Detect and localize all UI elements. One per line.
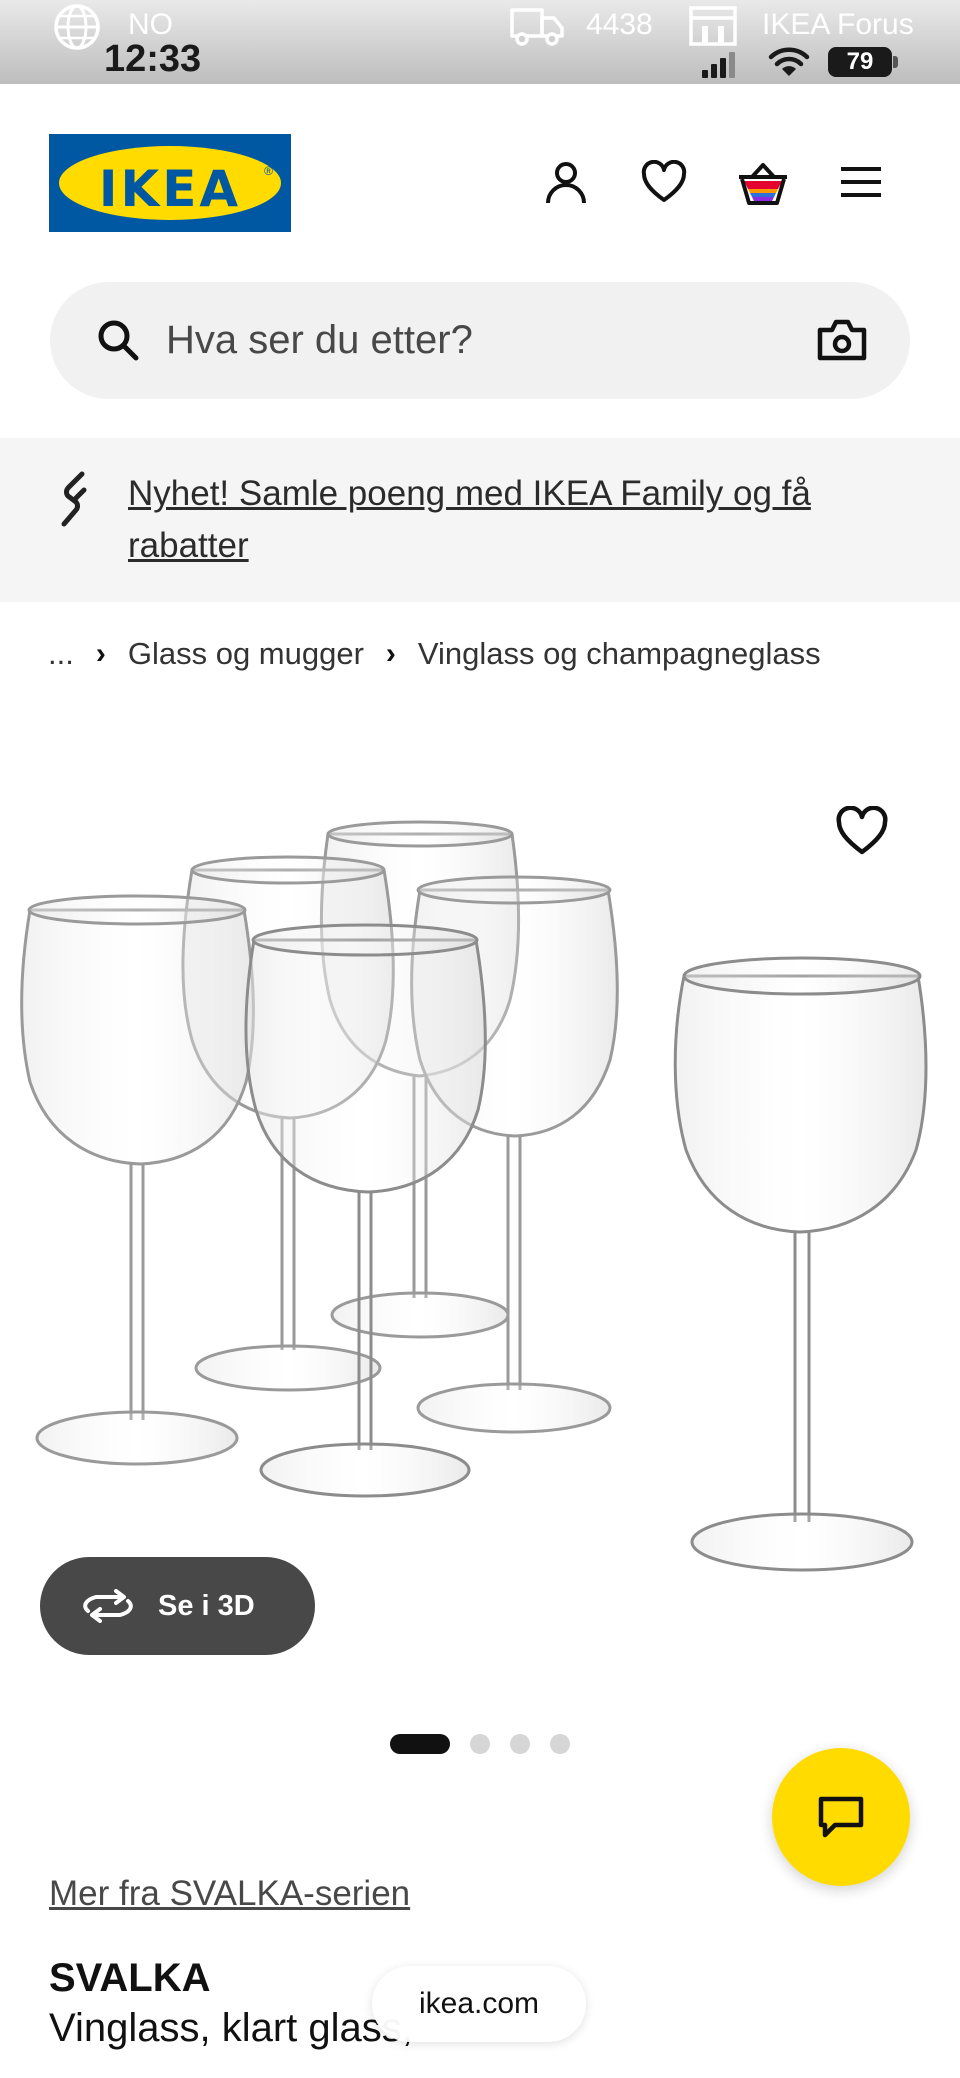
favorite-heart-icon[interactable] [834,806,890,858]
breadcrumb-glass-og-mugger[interactable]: Glass og mugger [128,636,364,672]
store-name[interactable]: IKEA Forus [762,8,914,42]
search-input[interactable] [166,310,766,370]
chevron-right-icon: › [95,637,106,670]
carousel-indicator [0,1734,960,1754]
chat-button[interactable] [772,1748,910,1886]
carousel-dot[interactable] [510,1734,530,1754]
carousel-dot-active[interactable] [390,1734,450,1754]
browser-url-pill[interactable]: ikea.com [372,1966,586,2042]
menu-icon [841,167,881,197]
chat-bubble-icon [818,1796,864,1838]
menu-button[interactable] [831,152,891,212]
clock: 12:33 [104,38,202,80]
carousel-dot[interactable] [550,1734,570,1754]
globe-icon[interactable] [52,2,102,52]
store-icon[interactable] [688,4,738,48]
heart-icon [641,160,687,202]
basket-icon [739,163,787,205]
cart-button[interactable] [733,152,793,212]
rotate-3d-icon [83,1589,133,1623]
wifi-icon [768,47,810,76]
logo-registered-mark: ® [264,164,273,178]
view-3d-button[interactable]: Se i 3D [40,1557,315,1655]
country-code[interactable]: NO [128,8,173,42]
delivery-truck-icon[interactable] [508,4,566,48]
product-name: SVALKA [49,1956,211,2000]
view-3d-label: Se i 3D [158,1589,255,1622]
family-promo-link[interactable]: Nyhet! Samle poeng med IKEA Family og få… [128,468,868,572]
wishlist-button[interactable] [634,152,694,212]
series-link[interactable]: Mer fra SVALKA-serien [49,1874,410,1914]
battery-nub [893,56,898,68]
breadcrumb: ... › Glass og mugger › Vinglass og cham… [48,636,821,672]
signal-icon [702,52,735,78]
chevron-right-icon: › [385,637,396,670]
user-icon [546,162,586,204]
postal-code[interactable]: 4438 [586,8,653,42]
search-icon[interactable] [94,316,142,364]
account-button[interactable] [536,152,596,212]
battery-indicator: 79 [828,47,892,77]
carousel-dot[interactable] [470,1734,490,1754]
breadcrumb-ellipsis[interactable]: ... [48,636,74,672]
breadcrumb-vinglass[interactable]: Vinglass og champagneglass [418,636,821,672]
status-bar: NO 4438 IKEA Forus 12:33 79 [0,0,960,84]
family-loop-icon [61,471,87,527]
search-bar[interactable] [50,282,910,399]
ikea-logo[interactable]: IKEA ® [49,134,291,232]
logo-wordmark: IKEA [98,160,242,218]
wine-glass [673,956,928,1572]
camera-icon[interactable] [816,316,868,364]
product-image[interactable] [0,810,960,1610]
product-description: Vinglass, klart glass, [49,2006,413,2050]
